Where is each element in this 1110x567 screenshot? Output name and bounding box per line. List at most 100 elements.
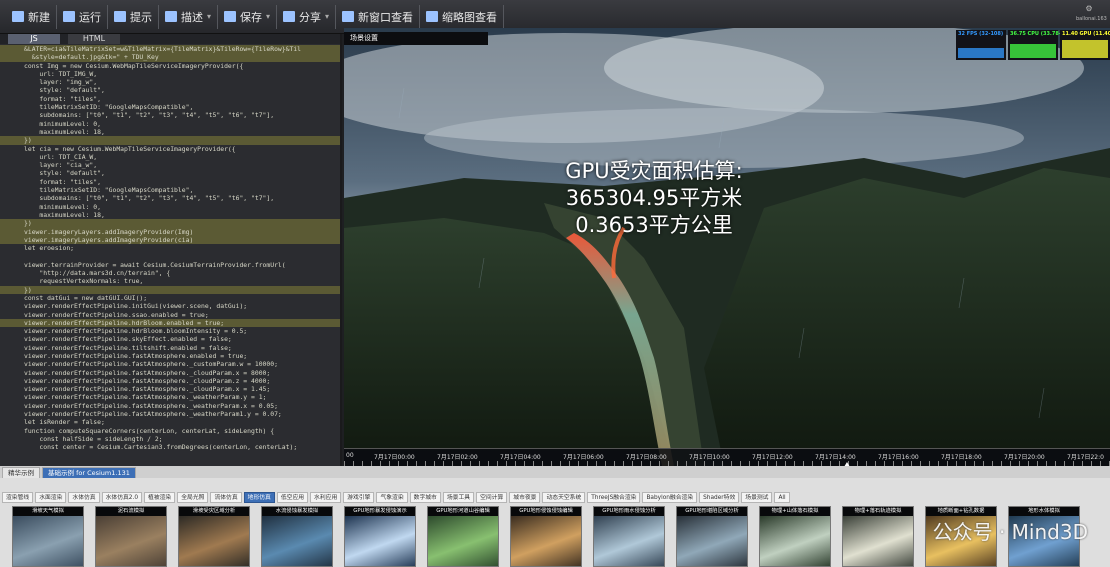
code-text: format: "tiles", [24,94,101,103]
line-number [0,128,24,136]
code-text: viewer.renderEffectPipeline.ssao.enabled… [24,310,209,319]
subcategory-tab[interactable]: 城市夜景 [509,492,541,503]
subcategory-tab[interactable]: 水面渲染 [35,492,67,503]
subcategory-tab[interactable]: All [774,492,790,503]
code-line: url: TDT_IMG_W, [0,70,340,78]
subcategory-tab[interactable]: ThreeJS融合渲染 [587,492,641,503]
code-text: viewer.imageryLayers.addImageryProvider(… [24,235,194,244]
subcategory-tab[interactable]: 水利应用 [310,492,342,503]
chevron-down-icon: ▾ [207,12,212,21]
code-text: requestVertexNormals: true, [24,277,144,286]
code-text: viewer.renderEffectPipeline.fastAtmosphe… [24,351,248,360]
code-text: minimumLevel: 0, [24,119,101,128]
code-text: viewer.renderEffectPipeline.fastAtmosphe… [24,360,278,369]
toolbar-button-label: 分享 [299,10,322,24]
timeline[interactable]: 00 7月17日00:00 7月17日02:00 7月17日04:00 7月17日06:… [344,448,1110,467]
example-card-title: 水流侵蚀暴发模拟 [262,507,332,516]
code-line: requestVertexNormals: true, [0,277,340,285]
subcategory-tab[interactable]: 植被渲染 [144,492,176,503]
example-card[interactable]: 物理+山体落石模拟 [759,506,831,567]
code-text: minimumLevel: 0, [24,202,101,211]
timeline-label: 00 [346,452,354,459]
code-text: maximumLevel: 18, [24,127,105,136]
subcategory-tab[interactable]: 场景工具 [442,492,475,503]
toolbar-button-run[interactable]: 运行 [57,4,108,29]
toolbar-button-new-window[interactable]: 新窗口查看 [336,4,421,29]
line-number [0,319,24,327]
subcategory-tab[interactable]: 游戏引擎 [343,492,375,503]
code-line: tileMatrixSetID: "GoogleMapsCompatible", [0,103,340,111]
code-text: viewer.renderEffectPipeline.skyEffect.en… [24,335,232,344]
estimate-title: GPU受灾面积估算: [565,159,743,183]
3d-scene-viewer[interactable]: 场景设置 32 FPS (32-108) 36.75 CPU (33.78-43)… [344,28,1110,466]
line-number [0,186,24,194]
perf-bar [958,48,1004,58]
code-line: style: "default", [0,86,340,94]
tab-js[interactable]: JS [8,34,60,44]
example-card[interactable]: GPU地形堪陷区域分析 [676,506,748,567]
code-text: viewer.renderEffectPipeline.fastAtmosphe… [24,376,271,385]
code-line: viewer.renderEffectPipeline.fastAtmosphe… [0,393,340,401]
category-tab[interactable]: 基础示例 for Cesium1.131 [42,467,136,478]
subcategory-tab[interactable]: 水体仿真 [68,492,100,503]
code-line: viewer.renderEffectPipeline.fastAtmosphe… [0,410,340,418]
example-card-thumbnail [96,516,166,566]
subcategory-tab[interactable]: 场景测试 [741,492,773,503]
subcategory-tab[interactable]: 低空应用 [276,492,309,503]
subcategory-tab[interactable]: Babylon融合渲染 [642,492,698,503]
line-number [0,377,24,385]
line-number [0,136,24,144]
example-card[interactable]: GPU地形河道山谷编辑 [427,506,499,567]
line-number [0,95,24,103]
app-logo-text: ballonai.163 [1076,16,1107,22]
example-card[interactable]: 物理+落石轨迹模拟 [842,506,914,567]
example-card-thumbnail [428,516,498,566]
subcategory-tab[interactable]: 水体仿真2.0 [101,492,143,503]
scene-settings-button[interactable]: 场景设置 [344,32,488,45]
run-icon [63,11,75,22]
line-number [0,161,24,169]
subcategory-tab[interactable]: 气象渲染 [376,492,408,503]
toolbar-button-describe[interactable]: 描述 ▾ [159,4,219,29]
example-card-thumbnail [594,516,664,566]
example-card[interactable]: 滑坡天气模拟 [12,506,84,567]
editor-tabs: JS HTML [0,34,340,44]
toolbar-button-new-file[interactable]: 新建 [6,4,57,29]
code-line: viewer.renderEffectPipeline.fastAtmosphe… [0,352,340,360]
toolbar-button-hint[interactable]: 提示 [108,4,159,29]
example-card-title: GPU地形河道山谷编辑 [428,507,498,516]
line-number [0,294,24,302]
code-editor[interactable]: JS HTML &LATER=cia&TileMatrixSet=w&TileMa… [0,34,342,466]
example-card[interactable]: GPU地形暴发侵蚀演示 [344,506,416,567]
code-lines[interactable]: &LATER=cia&TileMatrixSet=w&TileMatrix={T… [0,44,340,452]
example-card[interactable]: GPU地形侵蚀侵蚀编辑 [510,506,582,567]
subcategory-tab[interactable]: 全局光照 [177,492,209,503]
subcategory-tab[interactable]: 渲染管线 [2,492,34,503]
toolbar-button-save[interactable]: 保存 ▾ [218,4,278,29]
category-tab[interactable]: 精华示例 [2,467,40,478]
watermark: 公众号 · Mind3D [932,520,1088,544]
example-card[interactable]: 水流侵蚀暴发模拟 [261,506,333,567]
example-card[interactable]: 滑坡受灾区域分析 [178,506,250,567]
subcategory-tab[interactable]: 动态天空系统 [542,492,586,503]
tab-html[interactable]: HTML [68,34,120,44]
code-text: layer: "img_w", [24,78,98,87]
subcategory-tab[interactable]: 流体仿真 [210,492,242,503]
example-card[interactable]: GPU地形雨水侵蚀分析 [593,506,665,567]
new-window-icon [342,11,355,22]
subcategory-tab[interactable]: 数字城市 [409,492,441,503]
code-line: tileMatrixSetID: "GoogleMapsCompatible", [0,186,340,194]
subcategory-tab[interactable]: 空间计算 [476,492,508,503]
subcategory-tab[interactable]: Shader特效 [699,492,740,503]
timeline-label: 7月17日12:00 [752,454,793,461]
perf-label: 32 FPS (32-108) [958,31,1004,37]
chevron-down-icon: ▾ [325,12,330,21]
timeline-label: 7月17日16:00 [878,454,919,461]
toolbar-button-share[interactable]: 分享 ▾ [277,4,337,29]
toolbar-button-thumbnail[interactable]: 缩略图查看 [420,4,505,29]
example-card-title: GPU地形侵蚀侵蚀编辑 [511,507,581,516]
subcategory-tab[interactable]: 地形仿真 [243,492,275,503]
line-number [0,360,24,368]
code-line [0,252,340,260]
example-card[interactable]: 泥石流模拟 [95,506,167,567]
